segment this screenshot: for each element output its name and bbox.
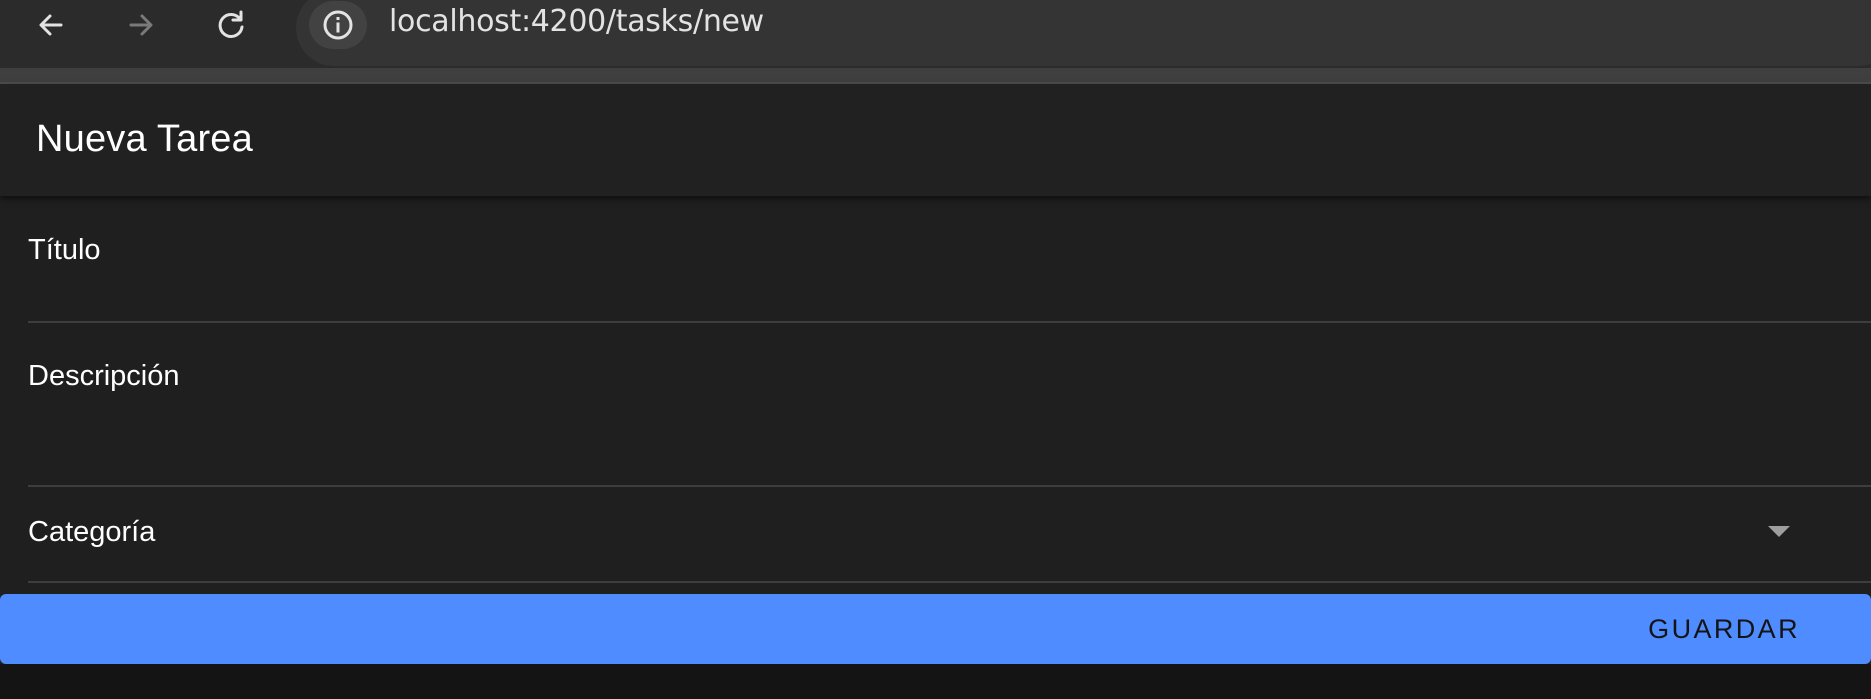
app-toolbar: Nueva Tarea [0,84,1871,196]
forward-button[interactable] [111,0,171,50]
category-select-label: Categoría [28,516,156,548]
url-text[interactable]: localhost:4200/tasks/new [389,4,764,39]
title-field-label: Título [28,234,101,266]
chevron-down-icon[interactable] [1768,526,1790,537]
description-field[interactable]: Descripción [28,324,1871,488]
site-info-button[interactable] [309,1,367,49]
title-field-underline [28,321,1871,323]
browser-toolbar: localhost:4200/tasks/new [0,0,1871,84]
category-select[interactable]: Categoría [28,488,1871,584]
reload-button[interactable] [201,0,261,50]
description-field-underline [28,485,1871,487]
reload-icon [218,10,244,38]
page-background [0,664,1871,699]
back-button[interactable] [21,0,81,50]
category-select-underline [28,581,1871,583]
info-icon [323,10,353,40]
arrow-right-icon [129,14,153,36]
browser-divider [0,68,1871,84]
save-button-label: GUARDAR [1648,614,1800,644]
page-title: Nueva Tarea [36,118,253,160]
title-field[interactable]: Título [28,196,1871,324]
arrow-left-icon [39,14,63,36]
save-button[interactable]: GUARDAR [0,594,1871,664]
description-field-label: Descripción [28,360,180,392]
